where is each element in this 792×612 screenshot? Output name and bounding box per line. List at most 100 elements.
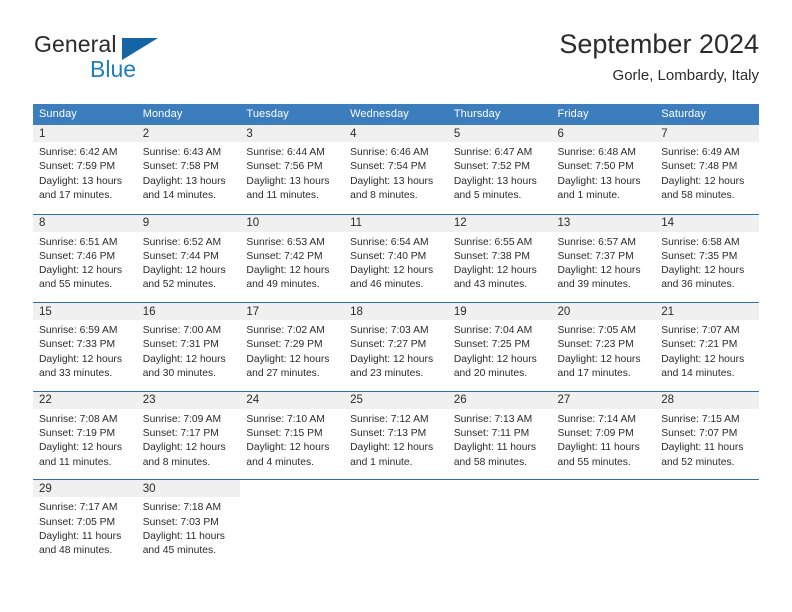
day-number: 9 [142, 217, 150, 230]
day-cell[interactable]: 18 Sunrise: 7:03 AM Sunset: 7:27 PM Dayl… [344, 303, 448, 391]
day-number: 21 [661, 305, 675, 318]
day-cell[interactable]: 29 Sunrise: 7:17 AM Sunset: 7:05 PM Dayl… [33, 480, 137, 568]
sunset-text: Sunset: 7:44 PM [142, 250, 219, 262]
sunrise-text: Sunrise: 6:54 AM [350, 236, 429, 248]
day-number: 11 [350, 217, 363, 230]
daylight-text-line2: and 4 minutes. [246, 456, 314, 468]
day-cell[interactable]: 2 Sunrise: 6:43 AM Sunset: 7:58 PM Dayli… [136, 125, 241, 212]
day-number-band [344, 480, 448, 498]
day-cell[interactable]: 13 Sunrise: 6:57 AM Sunset: 7:37 PM Dayl… [551, 214, 656, 302]
daylight-text-line1: Daylight: 12 hours [350, 265, 434, 277]
sunrise-text: Sunrise: 6:47 AM [453, 147, 533, 158]
day-cell[interactable]: 15 Sunrise: 6:59 AM Sunset: 7:33 PM Dayl… [33, 303, 137, 391]
day-details: Sunrise: 7:17 AM Sunset: 7:05 PM Dayligh… [33, 497, 137, 558]
daylight-text-line2: and 52 minutes. [142, 279, 216, 291]
day-cell[interactable]: 3 Sunrise: 6:44 AM Sunset: 7:56 PM Dayli… [240, 125, 345, 212]
page-header: General Blue September 2024 Gorle, Lomba… [33, 28, 759, 96]
daylight-text-line1: Daylight: 13 hours [246, 175, 330, 187]
day-number-band: 3 [240, 125, 345, 142]
brand-name-general: General [34, 31, 117, 57]
sunrise-text: Sunrise: 7:17 AM [39, 502, 118, 514]
day-number: 23 [142, 394, 156, 407]
day-details: Sunrise: 6:53 AM Sunset: 7:42 PM Dayligh… [240, 232, 344, 293]
day-cell[interactable]: 14 Sunrise: 6:58 AM Sunset: 7:35 PM Dayl… [655, 214, 759, 302]
day-cell[interactable]: 25 Sunrise: 7:12 AM Sunset: 7:13 PM Dayl… [344, 391, 448, 479]
day-cell[interactable]: 28 Sunrise: 7:15 AM Sunset: 7:07 PM Dayl… [655, 391, 759, 479]
day-cell[interactable]: 12 Sunrise: 6:55 AM Sunset: 7:38 PM Dayl… [447, 214, 552, 302]
day-cell[interactable]: 17 Sunrise: 7:02 AM Sunset: 7:29 PM Dayl… [240, 303, 345, 391]
day-cell[interactable]: 20 Sunrise: 7:05 AM Sunset: 7:23 PM Dayl… [551, 303, 656, 391]
daylight-text-line1: Daylight: 12 hours [453, 353, 537, 365]
day-details: Sunrise: 6:57 AM Sunset: 7:37 PM Dayligh… [552, 232, 656, 293]
daylight-text-line2: and 5 minutes. [453, 189, 522, 201]
sunrise-text: Sunrise: 6:59 AM [39, 325, 118, 337]
day-cell[interactable]: 6 Sunrise: 6:48 AM Sunset: 7:50 PM Dayli… [551, 125, 656, 212]
brand-logo[interactable]: General Blue [33, 28, 263, 90]
daylight-text-line1: Daylight: 12 hours [661, 265, 745, 277]
sunrise-text: Sunrise: 7:08 AM [39, 413, 118, 425]
sunrise-text: Sunrise: 6:53 AM [246, 236, 325, 248]
day-cell[interactable]: 23 Sunrise: 7:09 AM Sunset: 7:17 PM Dayl… [136, 391, 241, 479]
day-cell[interactable]: 10 Sunrise: 6:53 AM Sunset: 7:42 PM Dayl… [240, 214, 345, 302]
sunset-text: Sunset: 7:56 PM [246, 161, 323, 173]
day-number-band: 5 [447, 125, 552, 142]
day-number: 17 [246, 305, 260, 318]
day-number: 7 [661, 127, 668, 140]
day-details: Sunrise: 6:47 AM Sunset: 7:52 PM Dayligh… [448, 142, 552, 203]
calendar-week-row: 29 Sunrise: 7:17 AM Sunset: 7:05 PM Dayl… [33, 479, 759, 568]
day-cell[interactable]: 8 Sunrise: 6:51 AM Sunset: 7:46 PM Dayli… [33, 214, 137, 302]
sunrise-text: Sunrise: 7:09 AM [142, 413, 222, 425]
day-cell[interactable]: 24 Sunrise: 7:10 AM Sunset: 7:15 PM Dayl… [240, 391, 345, 479]
day-number-band: 27 [551, 391, 656, 409]
daylight-text-line1: Daylight: 11 hours [142, 530, 225, 542]
day-cell[interactable]: 21 Sunrise: 7:07 AM Sunset: 7:21 PM Dayl… [655, 303, 759, 391]
sunrise-text: Sunrise: 6:42 AM [39, 147, 118, 158]
sunrise-text: Sunrise: 6:46 AM [350, 147, 429, 158]
sunset-text: Sunset: 7:42 PM [246, 250, 323, 262]
day-cell[interactable]: 16 Sunrise: 7:00 AM Sunset: 7:31 PM Dayl… [136, 303, 241, 391]
sunset-text: Sunset: 7:07 PM [661, 428, 738, 440]
sunrise-text: Sunrise: 7:05 AM [557, 325, 636, 337]
day-cell[interactable]: 22 Sunrise: 7:08 AM Sunset: 7:19 PM Dayl… [33, 391, 137, 479]
day-details: Sunrise: 6:58 AM Sunset: 7:35 PM Dayligh… [655, 232, 759, 293]
day-number-band: 15 [33, 303, 137, 321]
day-details: Sunrise: 7:02 AM Sunset: 7:29 PM Dayligh… [240, 320, 344, 381]
day-number-band: 16 [136, 303, 241, 321]
sunset-text: Sunset: 7:38 PM [453, 250, 530, 262]
day-cell[interactable]: 26 Sunrise: 7:13 AM Sunset: 7:11 PM Dayl… [447, 391, 552, 479]
sunset-text: Sunset: 7:25 PM [453, 339, 530, 351]
daylight-text-line1: Daylight: 12 hours [246, 442, 330, 454]
day-details: Sunrise: 6:54 AM Sunset: 7:40 PM Dayligh… [344, 232, 448, 293]
sunset-text: Sunset: 7:59 PM [39, 161, 116, 173]
day-cell[interactable]: 4 Sunrise: 6:46 AM Sunset: 7:54 PM Dayli… [344, 125, 448, 212]
weekday-header-wednesday: Wednesday [350, 108, 409, 120]
day-details: Sunrise: 6:49 AM Sunset: 7:48 PM Dayligh… [655, 142, 759, 203]
daylight-text-line2: and 8 minutes. [350, 189, 418, 201]
day-details: Sunrise: 7:18 AM Sunset: 7:03 PM Dayligh… [137, 497, 241, 558]
day-cell[interactable]: 1 Sunrise: 6:42 AM Sunset: 7:59 PM Dayli… [33, 125, 137, 212]
day-cell[interactable]: 30 Sunrise: 7:18 AM Sunset: 7:03 PM Dayl… [136, 480, 241, 568]
title-block: September 2024 Gorle, Lombardy, Italy [559, 28, 759, 85]
weekday-header-monday: Monday [142, 108, 183, 120]
daylight-text-line2: and 58 minutes. [453, 456, 528, 468]
day-cell[interactable]: 19 Sunrise: 7:04 AM Sunset: 7:25 PM Dayl… [447, 303, 552, 391]
day-number: 25 [350, 394, 363, 407]
daylight-text-line1: Daylight: 12 hours [557, 265, 641, 277]
day-number-band: 23 [136, 391, 241, 409]
day-cell[interactable]: 7 Sunrise: 6:49 AM Sunset: 7:48 PM Dayli… [655, 125, 759, 212]
sunrise-text: Sunrise: 6:48 AM [557, 147, 636, 158]
calendar-week-row: 22 Sunrise: 7:08 AM Sunset: 7:19 PM Dayl… [33, 390, 759, 480]
calendar-week-row: 8 Sunrise: 6:51 AM Sunset: 7:46 PM Dayli… [33, 213, 759, 303]
daylight-text-line2: and 52 minutes. [661, 456, 735, 468]
day-number-band: 6 [551, 125, 656, 142]
day-cell[interactable]: 9 Sunrise: 6:52 AM Sunset: 7:44 PM Dayli… [136, 214, 241, 302]
day-cell[interactable]: 11 Sunrise: 6:54 AM Sunset: 7:40 PM Dayl… [344, 214, 448, 302]
day-cell[interactable]: 5 Sunrise: 6:47 AM Sunset: 7:52 PM Dayli… [447, 125, 552, 212]
sunrise-text: Sunrise: 6:49 AM [661, 147, 740, 158]
sunset-text: Sunset: 7:21 PM [661, 339, 738, 351]
day-details: Sunrise: 7:05 AM Sunset: 7:23 PM Dayligh… [552, 320, 656, 381]
day-cell[interactable]: 27 Sunrise: 7:14 AM Sunset: 7:09 PM Dayl… [551, 391, 656, 479]
daylight-text-line2: and 1 minute. [350, 456, 413, 468]
day-cell-empty [551, 480, 656, 568]
day-details: Sunrise: 6:42 AM Sunset: 7:59 PM Dayligh… [33, 142, 137, 203]
